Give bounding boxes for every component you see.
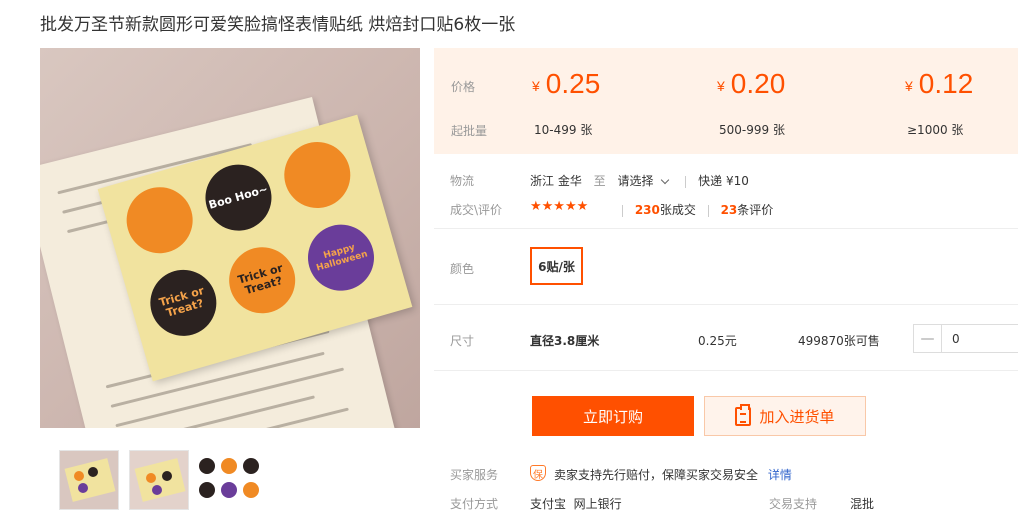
- destination-select[interactable]: 请选择: [618, 174, 674, 188]
- guarantee-shield-icon: 保: [530, 465, 546, 481]
- quantity-tier-3: ≥1000 张: [907, 123, 964, 137]
- thumbnail-3[interactable]: [199, 450, 259, 510]
- stock-available: 499870张可售: [798, 334, 880, 348]
- trade-support-value: 混批: [850, 497, 875, 511]
- batch-label: 起批量: [451, 124, 488, 138]
- quantity-tier-2: 500-999 张: [719, 123, 785, 137]
- price-tier-1: ¥0.25: [532, 68, 601, 99]
- size-label: 尺寸: [450, 334, 475, 348]
- price-label: 价格: [451, 80, 476, 94]
- quantity-input[interactable]: 0: [942, 325, 1018, 352]
- pumpkin-sticker: [276, 134, 359, 216]
- shipping-fee: 快递 ¥10: [698, 174, 749, 188]
- clipboard-icon: [735, 403, 752, 426]
- divider: [434, 304, 1018, 305]
- logistics-label: 物流: [450, 174, 475, 188]
- quantity-stepper[interactable]: — 0: [913, 324, 1018, 353]
- to-text: 至: [593, 174, 606, 188]
- origin-text: 浙江 金华: [530, 174, 582, 188]
- unit-price: 0.25元: [698, 334, 737, 348]
- payment-methods: 支付宝 网上银行: [530, 497, 622, 511]
- trick-or-treat-sticker: Trick or Treat?: [221, 239, 303, 322]
- reviews-label: 成交\评价: [450, 203, 503, 217]
- divider: [434, 370, 1018, 371]
- happy-halloween-sticker: Happy Halloween: [300, 216, 382, 299]
- rating-stars-icon: ★★★★★: [530, 199, 589, 214]
- chevron-down-icon: [660, 175, 669, 185]
- reviews-row: 230张成交 23条评价: [622, 201, 773, 218]
- price-tier-3: ¥0.12: [905, 68, 974, 99]
- minus-button[interactable]: —: [914, 325, 942, 352]
- color-label: 颜色: [450, 262, 475, 276]
- pumpkin-sticker: [118, 179, 201, 262]
- review-count[interactable]: 23条评价: [721, 203, 774, 217]
- ghost-sticker: Boo Hoo~: [197, 156, 280, 239]
- color-option-6-stickers[interactable]: 6贴/张: [530, 247, 583, 285]
- size-spec: 直径3.8厘米: [530, 334, 600, 348]
- main-product-image[interactable]: Boo Hoo~ Trick or Treat? Trick or Treat?…: [40, 48, 420, 428]
- trade-support-label: 交易支持: [769, 497, 818, 511]
- add-to-cart-button[interactable]: 加入进货单: [704, 396, 866, 436]
- price-panel: 价格 起批量 ¥0.25 ¥0.20 ¥0.12 10-499 张 500-99…: [434, 48, 1018, 154]
- service-label: 买家服务: [450, 468, 499, 482]
- product-title: 批发万圣节新款圆形可爱笑脸搞怪表情贴纸 烘焙封口贴6枚一张: [40, 15, 516, 35]
- buy-now-button[interactable]: 立即订购: [532, 396, 694, 436]
- details-link[interactable]: 详情: [768, 468, 792, 482]
- price-tier-2: ¥0.20: [717, 68, 786, 99]
- payment-label: 支付方式: [450, 497, 499, 511]
- trick-or-treat-sticker: Trick or Treat?: [142, 262, 225, 344]
- sold-count[interactable]: 230张成交: [635, 203, 696, 217]
- thumbnail-2[interactable]: [129, 450, 189, 510]
- thumbnail-1[interactable]: [59, 450, 119, 510]
- quantity-tier-1: 10-499 张: [534, 123, 593, 137]
- divider: [434, 228, 1018, 229]
- logistics-row: 浙江 金华 至 请选择 快递 ¥10: [530, 172, 749, 189]
- service-text: 卖家支持先行赔付，保障买家交易安全 详情: [554, 468, 792, 482]
